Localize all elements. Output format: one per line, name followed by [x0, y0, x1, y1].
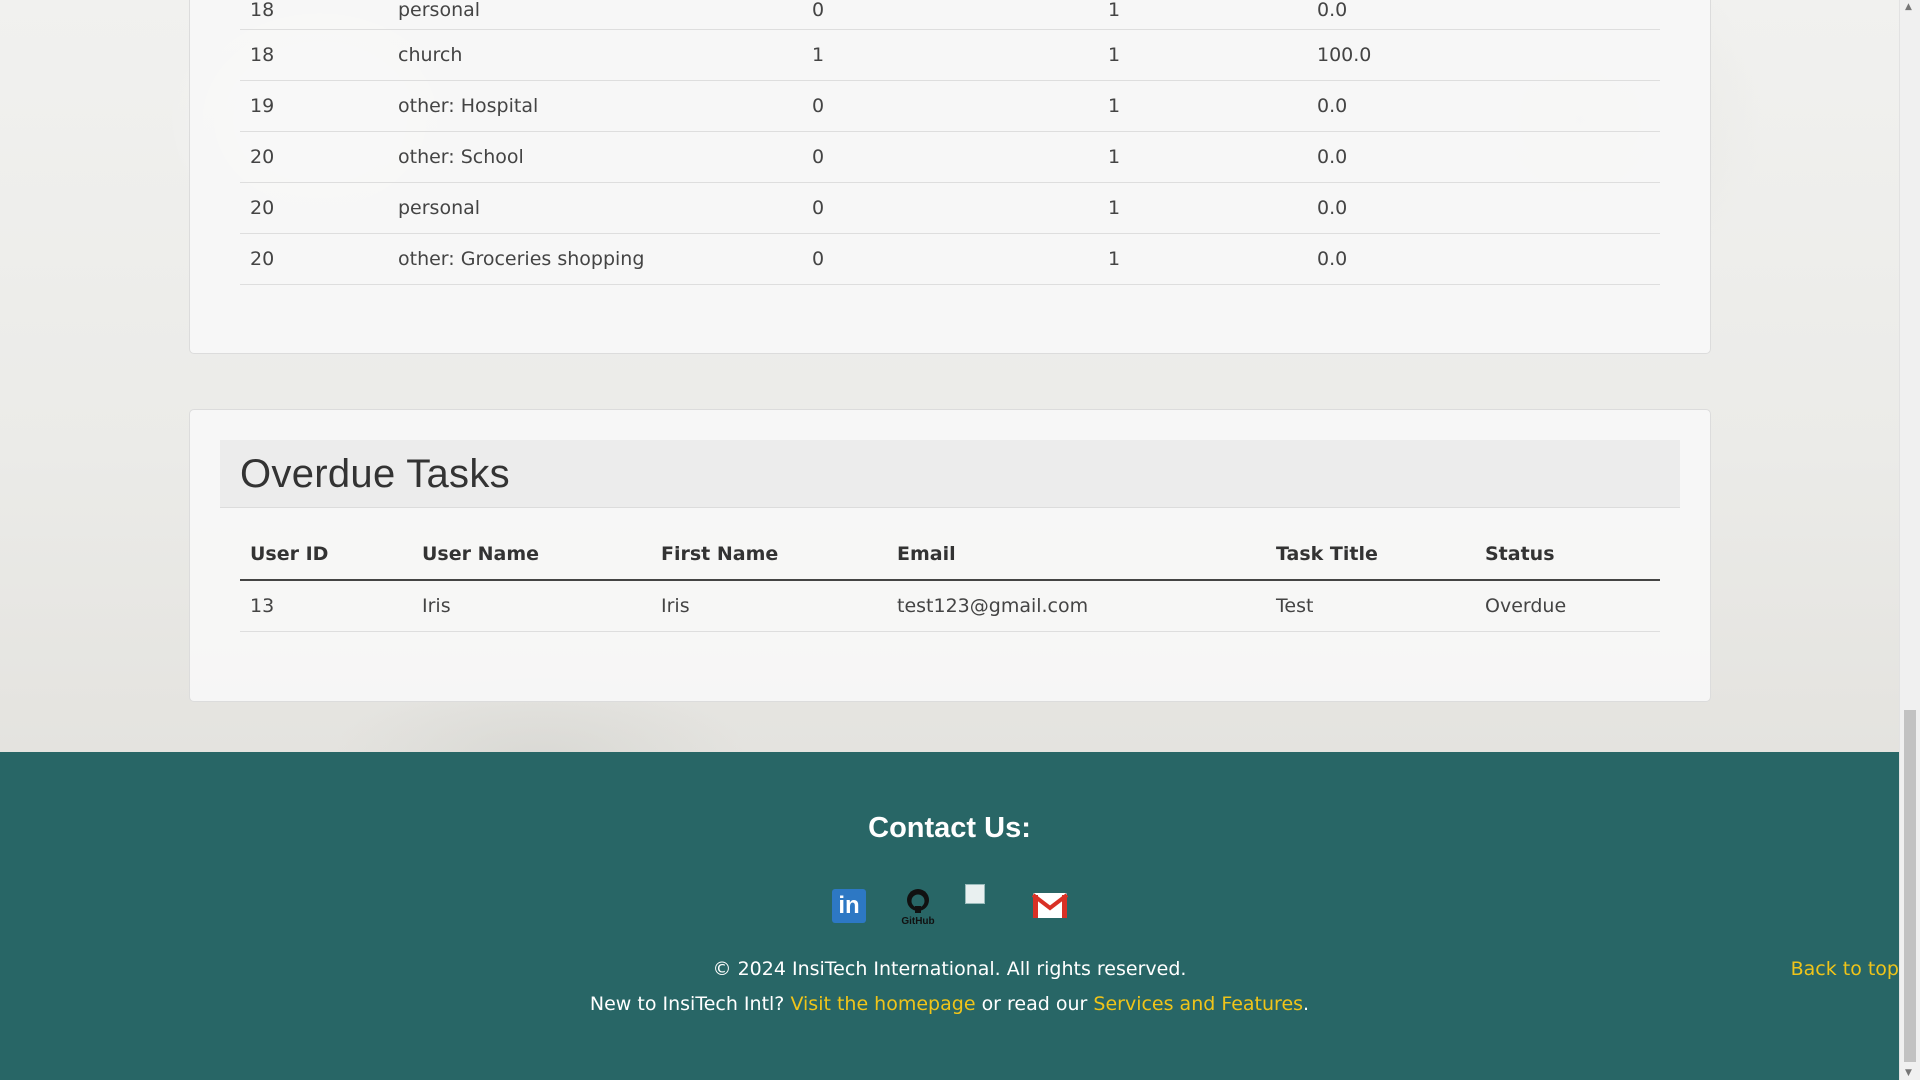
cell-total: 1 — [1108, 247, 1121, 270]
table-row: 20 other: Groceries shopping 0 1 0.0 — [240, 233, 1660, 284]
contact-heading: Contact Us: — [868, 812, 1031, 844]
cell-id: 20 — [250, 247, 275, 270]
cell-completed: 1 — [812, 43, 825, 66]
category-stats-table: 18 personal 0 1 0.0 18 church 1 1 100.0 19 other: H… — [240, 0, 1660, 285]
table-row: 13 Iris Iris test123@gmail.com Test Overdue — [240, 580, 1660, 631]
cell-completed: 0 — [812, 0, 825, 21]
cell-id: 18 — [250, 43, 275, 66]
cell-total: 1 — [1108, 94, 1121, 117]
back-to-top-link[interactable]: Back to top — [1791, 958, 1899, 980]
table-row: 18 church 1 1 100.0 — [240, 29, 1660, 80]
cell-first-name: Iris — [661, 594, 690, 617]
table-row: 20 personal 0 1 0.0 — [240, 182, 1660, 233]
cell-rate: 0.0 — [1317, 0, 1348, 21]
cell-rate: 100.0 — [1317, 43, 1372, 66]
scroll-down-arrow-icon[interactable]: ▼ — [1905, 1068, 1912, 1078]
cell-id: 20 — [250, 196, 275, 219]
or-read-text: or read our — [981, 993, 1088, 1015]
cell-category: personal — [398, 0, 481, 21]
column-header: Task Title — [1276, 543, 1378, 565]
overdue-tasks-card: Overdue Tasks User ID User Name First Name… — [189, 409, 1711, 702]
cell-id: 18 — [250, 0, 275, 21]
cell-total: 1 — [1108, 43, 1121, 66]
overdue-title: Overdue Tasks — [240, 452, 510, 496]
cell-status: Overdue — [1485, 594, 1567, 617]
homepage-link[interactable]: Visit the homepage — [790, 993, 975, 1015]
category-stats-card: 18 personal 0 1 0.0 18 church 1 1 100.0 19 other: H… — [189, 0, 1711, 354]
linkedin-icon[interactable]: in — [832, 889, 866, 923]
column-header: Status — [1485, 543, 1555, 565]
cell-total: 1 — [1108, 196, 1121, 219]
cell-total: 1 — [1108, 0, 1121, 21]
cell-user-name: Iris — [422, 594, 451, 617]
scroll-thumb[interactable] — [1904, 710, 1916, 1062]
scroll-up-arrow-icon[interactable]: ▲ — [1905, 2, 1912, 12]
cell-category: other: Hospital — [398, 94, 539, 117]
card-header: Overdue Tasks — [220, 440, 1680, 508]
table-row: 19 other: Hospital 0 1 0.0 — [240, 80, 1660, 131]
cell-category: other: Groceries shopping — [398, 247, 645, 270]
column-header: First Name — [661, 543, 779, 565]
cell-total: 1 — [1108, 145, 1121, 168]
cell-id: 19 — [250, 94, 275, 117]
cell-completed: 0 — [812, 94, 825, 117]
cell-task-title: Test — [1276, 594, 1314, 617]
scrollbar[interactable]: ▲ ▼ — [1899, 0, 1920, 1080]
overdue-table: User ID User Name First Name Email Task Titl… — [240, 529, 1660, 632]
cell-email: test123@gmail.com — [897, 594, 1089, 617]
footer: Contact Us: in GitHub © 2024 InsiTech In… — [0, 752, 1899, 1080]
column-header: Email — [897, 543, 956, 565]
table-row: 18 personal 0 1 0.0 — [240, 0, 1660, 29]
broken-image-icon[interactable] — [965, 884, 985, 904]
new-to-text: New to InsiTech Intl? — [589, 993, 785, 1015]
services-link[interactable]: Services and Features — [1093, 993, 1303, 1015]
cell-completed: 0 — [812, 145, 825, 168]
cell-id: 20 — [250, 145, 275, 168]
column-header: User Name — [422, 543, 540, 565]
cell-rate: 0.0 — [1317, 94, 1348, 117]
gmail-icon[interactable] — [1031, 890, 1069, 926]
github-icon[interactable]: GitHub — [898, 886, 935, 927]
table-header-row: User ID User Name First Name Email Task Titl… — [240, 529, 1660, 580]
table-row: 20 other: School 0 1 0.0 — [240, 131, 1660, 182]
cell-user-id: 13 — [250, 594, 275, 617]
copyright-text: © 2024 InsiTech International. All right… — [712, 958, 1187, 980]
cell-category: personal — [398, 196, 481, 219]
cell-rate: 0.0 — [1317, 196, 1348, 219]
column-header: User ID — [250, 543, 329, 565]
cell-completed: 0 — [812, 247, 825, 270]
cell-completed: 0 — [812, 196, 825, 219]
cell-rate: 0.0 — [1317, 247, 1348, 270]
period-text: . — [1303, 993, 1310, 1015]
footer-links-line: New to InsiTech Intl? Visit the homepage… — [0, 993, 1899, 1015]
cell-category: other: School — [398, 145, 524, 168]
cell-category: church — [398, 43, 463, 66]
github-label: GitHub — [901, 916, 934, 926]
cell-rate: 0.0 — [1317, 145, 1348, 168]
